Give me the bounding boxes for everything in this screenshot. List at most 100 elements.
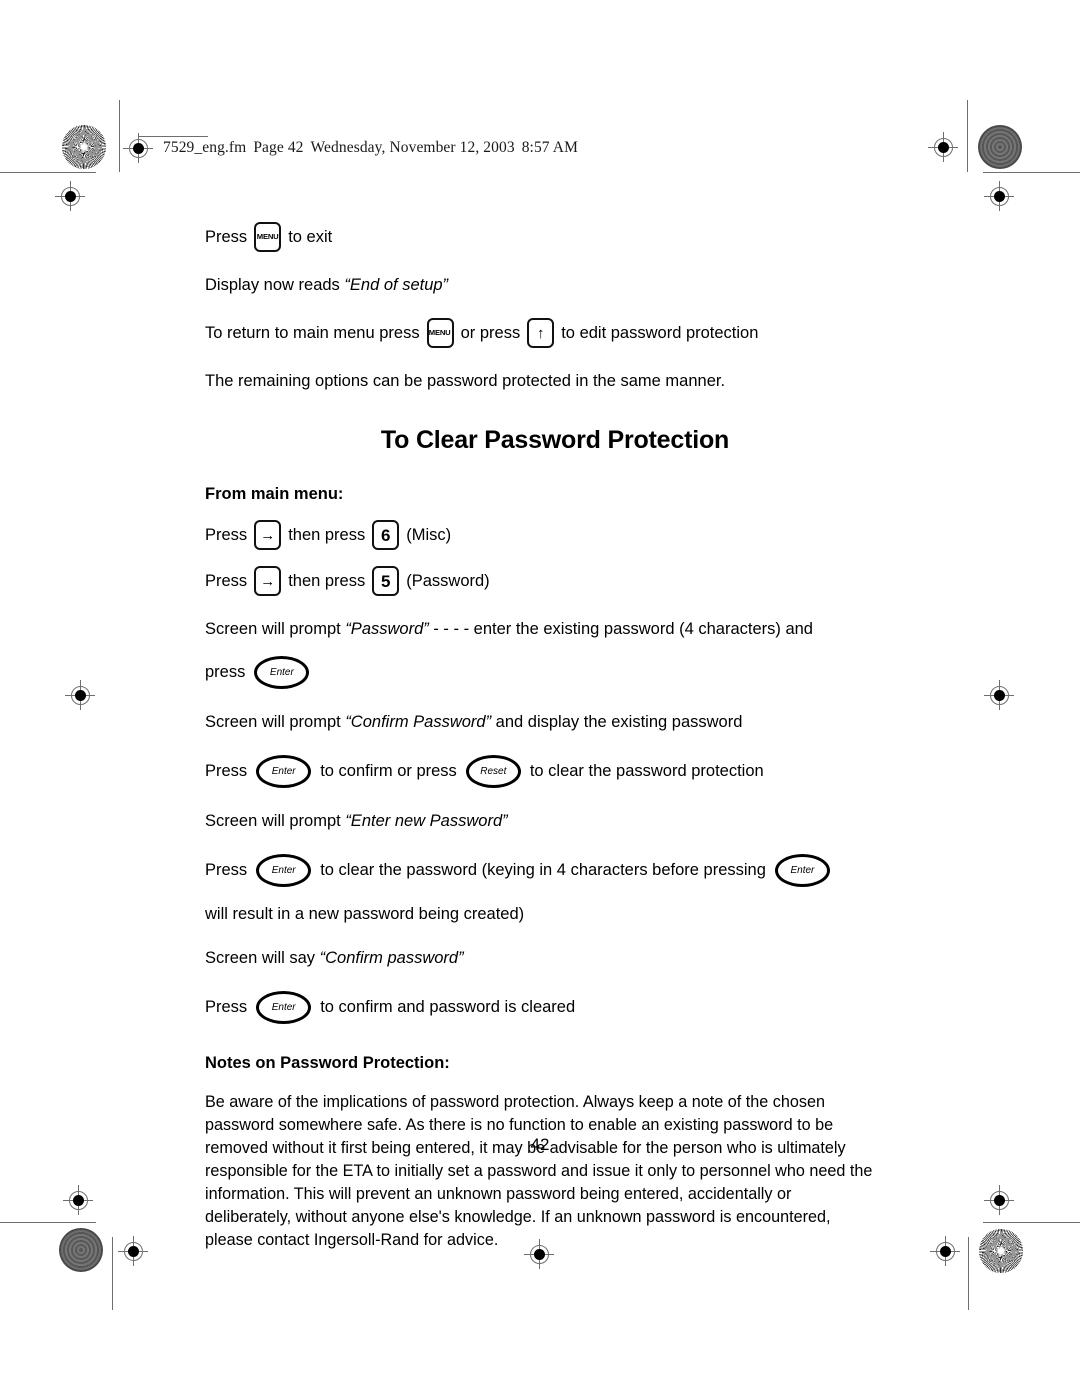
instruction-line-say-confirm-password: Screen will say “Confirm password”	[205, 947, 905, 969]
instruction-line-prompt-confirm-password: Screen will prompt “Confirm Password” an…	[205, 711, 905, 733]
registration-mark-right-upper	[984, 181, 1014, 211]
line-text: (Misc)	[406, 525, 452, 544]
display-text-confirm-password: “Confirm Password”	[345, 712, 492, 731]
instruction-line-confirm-cleared: Press Enter to confirm and password is c…	[205, 991, 905, 1024]
menu-key-label: MENU	[429, 328, 451, 338]
digit-key-6-label: 6	[381, 525, 391, 545]
instruction-line-press-6-misc: Press → then press 6 (Misc)	[205, 520, 905, 550]
registration-mark-right-middle	[984, 680, 1014, 710]
instruction-line-enter-or-reset: Press Enter to confirm or press Reset to…	[205, 755, 905, 788]
density-patch-top-right	[978, 125, 1022, 169]
reset-key-icon[interactable]: Reset	[465, 755, 521, 788]
trim-line-bottom-right-vertical	[968, 1237, 969, 1310]
instruction-line-prompt-enter-new-password: Screen will prompt “Enter new Password”	[205, 810, 905, 832]
page-content: Press MENU to exit Display now reads “En…	[205, 222, 905, 1252]
display-text-confirm-password-lower: “Confirm password”	[319, 948, 464, 967]
section-subheading-from-main-menu: From main menu:	[205, 485, 344, 503]
trim-line-right-upper-horizontal	[983, 172, 1080, 173]
display-text-enter-new-password: “Enter new Password”	[345, 811, 508, 830]
line-text: The remaining options can be password pr…	[205, 371, 726, 390]
page-number: 42	[530, 1135, 550, 1154]
enter-key-label: Enter	[269, 666, 294, 678]
registration-mark-left-lower	[63, 1185, 93, 1215]
slug-date: Wednesday, November 12, 2003	[310, 139, 515, 156]
line-text: Press	[205, 762, 248, 781]
rosette-mark-bottom-right	[979, 1229, 1023, 1273]
line-text: to confirm and password is cleared	[320, 998, 576, 1017]
right-arrow-glyph: →	[260, 526, 276, 544]
line-text: Screen will prompt	[205, 619, 346, 638]
trim-line-top-left-vertical	[119, 100, 120, 172]
line-text: press	[205, 663, 246, 682]
registration-mark-top-left	[123, 133, 153, 163]
enter-key-icon[interactable]: Enter	[256, 991, 312, 1024]
header-slug: 7529_eng.fm Page 42 Wednesday, November 12…	[163, 139, 578, 157]
digit-key-5-icon[interactable]: 5	[372, 566, 400, 596]
line-text: to confirm or press	[320, 762, 457, 781]
registration-mark-bottom-right	[930, 1236, 960, 1266]
enter-key-label: Enter	[271, 864, 296, 876]
display-text-end-of-setup: “End of setup”	[344, 275, 449, 294]
enter-key-icon[interactable]: Enter	[254, 656, 310, 689]
right-arrow-key-icon[interactable]: →	[254, 566, 282, 596]
line-text: Press	[205, 525, 248, 544]
line-text: (Password)	[406, 571, 490, 590]
trim-line-left-lower-horizontal	[0, 1222, 96, 1223]
line-text: Press	[205, 998, 248, 1017]
page-title: To Clear Password Protection	[380, 426, 730, 454]
line-text: then press	[288, 525, 366, 544]
enter-key-icon[interactable]: Enter	[256, 854, 312, 887]
rosette-mark-top-left	[62, 125, 106, 169]
trim-line-top-right-vertical	[967, 100, 968, 172]
enter-key-label: Enter	[271, 1001, 296, 1013]
line-text: or press	[460, 323, 521, 342]
line-text: - - - - enter the existing password (4 c…	[428, 619, 813, 638]
line-text: Screen will say	[205, 948, 320, 967]
menu-key-label: MENU	[256, 232, 279, 242]
display-text-password: “Password”	[345, 619, 429, 638]
digit-key-6-icon[interactable]: 6	[372, 520, 400, 550]
instruction-line-return-main-menu: To return to main menu press MENU or pre…	[205, 318, 905, 348]
instruction-line-press-menu-exit: Press MENU to exit	[205, 222, 905, 252]
line-text: to clear the password protection	[529, 762, 764, 781]
line-text: Press	[205, 861, 248, 880]
up-arrow-glyph: ↑	[536, 324, 545, 342]
registration-mark-right-lower	[984, 1185, 1014, 1215]
slug-time: 8:57 AM	[521, 139, 578, 156]
registration-mark-bottom-left	[118, 1236, 148, 1266]
up-arrow-key-icon[interactable]: ↑	[527, 318, 555, 348]
instruction-line-press-enter-existing: press Enter	[205, 656, 905, 689]
registration-mark-left-middle	[65, 680, 95, 710]
instruction-line-display-reads: Display now reads “End of setup”	[205, 274, 905, 296]
trim-line-right-lower-horizontal	[983, 1222, 1080, 1223]
right-arrow-key-icon[interactable]: →	[254, 520, 282, 550]
line-text: Screen will prompt	[205, 811, 346, 830]
line-text: Press	[205, 227, 248, 246]
line-text: to clear the password (keying in 4 chara…	[320, 861, 766, 880]
line-text: to exit	[288, 227, 333, 246]
notes-paragraph: Be aware of the implications of password…	[205, 1093, 873, 1249]
notes-heading: Notes on Password Protection:	[205, 1054, 450, 1072]
instruction-line-remaining-options: The remaining options can be password pr…	[205, 370, 905, 392]
enter-key-label: Enter	[790, 864, 815, 876]
trim-line-top-left-horizontal	[138, 136, 208, 137]
enter-key-label: Enter	[271, 765, 296, 777]
line-text: then press	[288, 571, 366, 590]
menu-key-icon[interactable]: MENU	[426, 318, 454, 348]
line-text: To return to main menu press	[205, 323, 420, 342]
line-text: Display now reads	[205, 275, 345, 294]
line-text: Press	[205, 571, 248, 590]
line-text: to edit password protection	[561, 323, 759, 342]
line-text: will result in a new password being crea…	[205, 904, 525, 923]
digit-key-5-label: 5	[381, 571, 391, 591]
line-text: Screen will prompt	[205, 712, 346, 731]
slug-page-label: Page 42	[253, 139, 304, 156]
instruction-line-new-password-created: will result in a new password being crea…	[205, 903, 905, 925]
enter-key-icon[interactable]: Enter	[774, 854, 830, 887]
registration-mark-top-right	[928, 132, 958, 162]
registration-mark-left-upper	[55, 181, 85, 211]
density-patch-bottom-left	[59, 1228, 103, 1272]
enter-key-icon[interactable]: Enter	[256, 755, 312, 788]
reset-key-label: Reset	[480, 765, 507, 777]
menu-key-icon[interactable]: MENU	[254, 222, 282, 252]
